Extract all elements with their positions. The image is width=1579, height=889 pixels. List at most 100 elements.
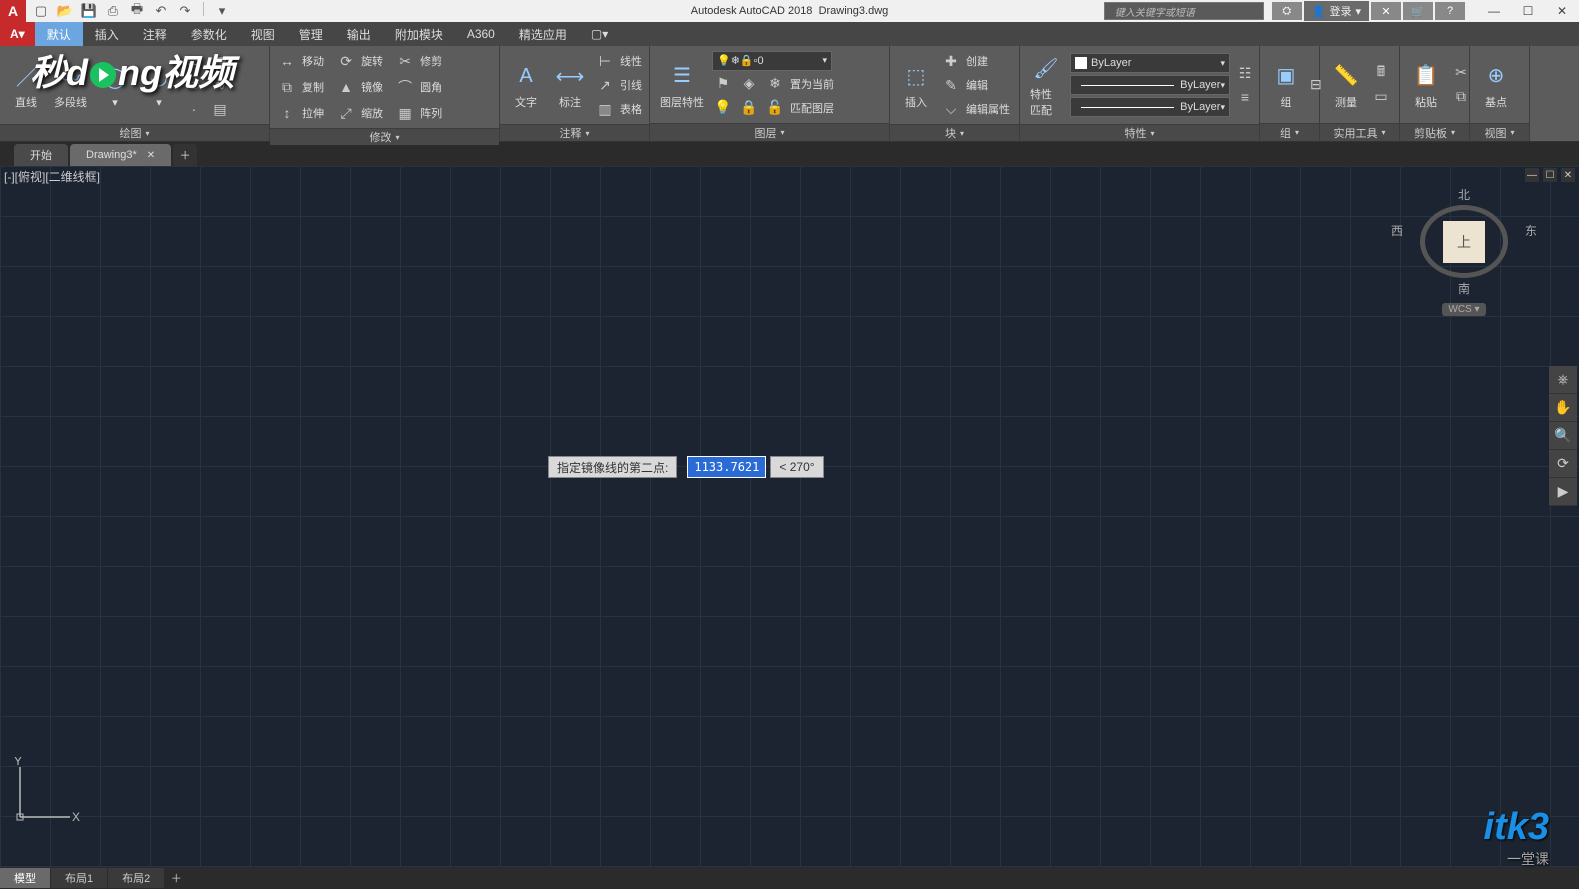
open-icon[interactable]: 📂 xyxy=(56,2,74,20)
layer-off-icon[interactable]: 💡 xyxy=(712,97,734,119)
lineweight-dropdown[interactable]: ByLayer▾ xyxy=(1070,75,1230,95)
help-icon[interactable]: ? xyxy=(1435,2,1465,20)
copy2-icon[interactable]: ⧉ xyxy=(1450,86,1472,108)
tab-parametric[interactable]: 参数化 xyxy=(179,22,239,46)
stretch-icon[interactable]: ↕ xyxy=(276,102,298,124)
rect-icon[interactable]: ▭ xyxy=(183,50,205,72)
tab-output[interactable]: 输出 xyxy=(335,22,383,46)
set-current-button[interactable]: 置为当前 xyxy=(790,76,834,92)
panel-annotate-label[interactable]: 注释▾ xyxy=(500,124,649,141)
copy-icon[interactable]: ⧉ xyxy=(276,76,298,98)
measure-button[interactable]: 📏测量 xyxy=(1326,58,1366,112)
props-palette-icon[interactable]: ☷ xyxy=(1234,62,1256,84)
redo-icon[interactable]: ↷ xyxy=(176,2,194,20)
group-button[interactable]: ▣组 xyxy=(1266,58,1306,112)
array-icon[interactable]: ▦ xyxy=(394,102,416,124)
linear-dim-button[interactable]: ⊢线性 xyxy=(594,50,642,72)
add-layout-button[interactable]: ＋ xyxy=(165,868,187,888)
viewcube-top[interactable]: 上 xyxy=(1443,221,1485,263)
calc-icon[interactable]: 🖩 xyxy=(1370,62,1392,84)
layer-freeze-icon[interactable]: ❄ xyxy=(764,73,786,95)
print-icon[interactable]: 🖶 xyxy=(128,2,146,20)
move-icon[interactable]: ↔ xyxy=(276,50,298,72)
infocenter-icon[interactable]: ⛭ xyxy=(1272,2,1302,20)
drawing-viewport[interactable]: [-][俯视][二维线框] — ☐ ✕ 指定镜像线的第二点: 1133.7621… xyxy=(0,166,1579,867)
help-search-input[interactable]: 键入关键字或短语 xyxy=(1104,2,1264,20)
app-menu-button[interactable]: A▾ xyxy=(0,22,35,46)
orbit-icon[interactable]: ⟳ xyxy=(1549,450,1577,478)
circle-button[interactable]: ◯▾ xyxy=(95,60,135,111)
tab-overflow-icon[interactable]: ▢▾ xyxy=(579,22,620,46)
cart-icon[interactable]: 🛒 xyxy=(1403,2,1433,20)
color-dropdown[interactable]: ByLayer▾ xyxy=(1070,53,1230,73)
layer-props-button[interactable]: ☰图层特性 xyxy=(656,58,708,112)
dimension-button[interactable]: ⟷标注 xyxy=(550,58,590,112)
new-icon[interactable]: ▢ xyxy=(32,2,50,20)
layout1-tab[interactable]: 布局1 xyxy=(51,868,107,888)
props-list-icon[interactable]: ≡ xyxy=(1234,86,1256,108)
tab-featured[interactable]: 精选应用 xyxy=(507,22,579,46)
sign-in-button[interactable]: 👤 登录 ▾ xyxy=(1304,1,1369,21)
maximize-button[interactable]: ☐ xyxy=(1511,1,1545,21)
match-layer-button[interactable]: 匹配图层 xyxy=(790,100,834,116)
vp-restore-icon[interactable]: ☐ xyxy=(1543,168,1557,182)
tab-start[interactable]: 开始 xyxy=(14,144,68,166)
panel-draw-label[interactable]: 绘图▾ xyxy=(0,124,269,141)
tab-drawing[interactable]: Drawing3*✕ xyxy=(70,144,171,166)
insert-block-button[interactable]: ⬚插入 xyxy=(896,58,936,112)
viewcube[interactable]: 北 上 西 东 南 WCS ▾ xyxy=(1409,186,1519,316)
saveas-icon[interactable]: ⎙ xyxy=(104,2,122,20)
tab-view[interactable]: 视图 xyxy=(239,22,287,46)
tab-a360[interactable]: A360 xyxy=(455,22,507,46)
angle-input[interactable]: < 270° xyxy=(770,456,823,478)
panel-utils-label[interactable]: 实用工具▾ xyxy=(1320,123,1399,141)
trim-icon[interactable]: ✂ xyxy=(394,50,416,72)
scale-icon[interactable]: ⤢ xyxy=(335,102,357,124)
polyline-button[interactable]: 〰多段线 xyxy=(50,58,91,112)
create-block-button[interactable]: ✚创建 xyxy=(940,50,1010,72)
panel-clip-label[interactable]: 剪贴板▾ xyxy=(1400,123,1469,141)
vp-minimize-icon[interactable]: — xyxy=(1525,168,1539,182)
arc-button[interactable]: ◡▾ xyxy=(139,60,179,111)
minimize-button[interactable]: — xyxy=(1477,1,1511,21)
line-button[interactable]: ／直线 xyxy=(6,58,46,112)
qat-dropdown-icon[interactable]: ▾ xyxy=(213,2,231,20)
spline-icon[interactable]: ∿ xyxy=(209,74,231,96)
panel-props-label[interactable]: 特性▾ xyxy=(1020,124,1259,141)
fullnav-icon[interactable]: ⎈ xyxy=(1549,366,1577,394)
basepoint-button[interactable]: ⊕基点 xyxy=(1476,58,1516,112)
panel-layers-label[interactable]: 图层▾ xyxy=(650,123,889,141)
tab-manage[interactable]: 管理 xyxy=(287,22,335,46)
edit-attr-button[interactable]: ⌵编辑属性 xyxy=(940,98,1010,120)
ellipse-icon[interactable]: ⬭ xyxy=(183,74,205,96)
tab-insert[interactable]: 插入 xyxy=(83,22,131,46)
leader-button[interactable]: ↗引线 xyxy=(594,74,642,96)
distance-input[interactable]: 1133.7621 xyxy=(687,456,766,478)
panel-group-label[interactable]: 组▾ xyxy=(1260,123,1319,141)
table-button[interactable]: ▥表格 xyxy=(594,98,642,120)
layer-iso-icon[interactable]: ◈ xyxy=(738,73,760,95)
new-tab-button[interactable]: ＋ xyxy=(173,144,197,166)
layout2-tab[interactable]: 布局2 xyxy=(108,868,164,888)
wcs-dropdown[interactable]: WCS ▾ xyxy=(1442,303,1485,316)
layer-state-icon[interactable]: ⚑ xyxy=(712,73,734,95)
panel-base-label[interactable]: 视图▾ xyxy=(1470,123,1529,141)
layer-dropdown[interactable]: 💡❄🔒▫ 0▾ xyxy=(712,51,832,71)
pan-icon[interactable]: ✋ xyxy=(1549,394,1577,422)
undo-icon[interactable]: ↶ xyxy=(152,2,170,20)
select-icon[interactable]: ▭ xyxy=(1370,86,1392,108)
app-logo-icon[interactable]: A xyxy=(0,0,26,22)
exchange-icon[interactable]: ✕ xyxy=(1371,2,1401,20)
hatch-icon[interactable]: ▦ xyxy=(209,50,231,72)
close-button[interactable]: ✕ xyxy=(1545,1,1579,21)
tab-default[interactable]: 默认 xyxy=(35,22,83,46)
layer-unlock-icon[interactable]: 🔓 xyxy=(764,97,786,119)
showmotion-icon[interactable]: ▶ xyxy=(1549,478,1577,506)
tab-addins[interactable]: 附加模块 xyxy=(383,22,455,46)
mirror-icon[interactable]: ▲ xyxy=(335,76,357,98)
model-tab[interactable]: 模型 xyxy=(0,868,50,888)
linetype-dropdown[interactable]: ByLayer▾ xyxy=(1070,97,1230,117)
save-icon[interactable]: 💾 xyxy=(80,2,98,20)
point-icon[interactable]: ∙ xyxy=(183,98,205,120)
panel-block-label[interactable]: 块▾ xyxy=(890,124,1019,141)
